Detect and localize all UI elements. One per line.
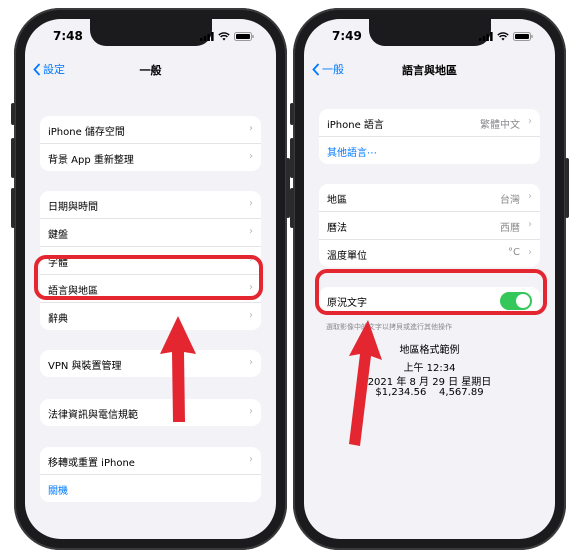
wifi-icon xyxy=(497,32,509,41)
silent-switch xyxy=(11,103,15,125)
chevron-right-icon: › xyxy=(249,310,253,321)
volume-up-button xyxy=(11,138,15,178)
format-date: 2021 年 8 月 29 日 星期日 xyxy=(367,377,492,388)
row-legal[interactable]: 法律資訊與電信規範 › xyxy=(40,399,261,426)
highlight-live-text xyxy=(315,269,547,315)
row-date-time[interactable]: 日期與時間 › xyxy=(40,191,261,219)
status-bar: 7:49 xyxy=(304,29,555,47)
row-shutdown[interactable]: 關機 xyxy=(40,475,261,502)
format-time: 上午 12:34 xyxy=(403,363,456,374)
chevron-right-icon: › xyxy=(249,198,253,209)
battery-icon xyxy=(513,32,533,41)
row-label: 地區 xyxy=(327,195,347,206)
reset-group: 移轉或重置 iPhone › 關機 xyxy=(40,447,261,502)
row-label: 溫度單位 xyxy=(327,251,367,262)
format-heading: 地區格式範例 xyxy=(399,345,460,356)
chevron-right-icon: › xyxy=(249,151,253,162)
page-title: 語言與地區 xyxy=(402,64,457,77)
row-value: 繁體中文 xyxy=(480,120,520,131)
language-group: iPhone 語言 繁體中文 › 其他語言⋯ xyxy=(319,109,540,164)
volume-down-button xyxy=(11,188,15,228)
signal-icon xyxy=(479,32,493,41)
row-temperature[interactable]: 溫度單位 °C › xyxy=(319,240,540,267)
silent-switch xyxy=(290,103,294,125)
chevron-right-icon: › xyxy=(249,406,253,417)
volume-up-button xyxy=(290,138,294,178)
row-label: 法律資訊與電信規範 xyxy=(48,410,138,421)
row-background-refresh[interactable]: 背景 App 重新整理 › xyxy=(40,144,261,171)
chevron-right-icon: › xyxy=(528,191,532,202)
region-group: 地區 台灣 › 曆法 西曆 › 溫度單位 °C › xyxy=(319,184,540,267)
row-calendar[interactable]: 曆法 西曆 › xyxy=(319,212,540,240)
format-numbers: $1,234.56 4,567.89 xyxy=(375,387,484,398)
chevron-right-icon: › xyxy=(249,226,253,237)
row-vpn[interactable]: VPN 與裝置管理 › xyxy=(40,350,261,377)
side-button xyxy=(565,158,569,218)
row-value: 西曆 xyxy=(500,223,520,234)
page-title: 一般 xyxy=(139,64,162,77)
row-label: 曆法 xyxy=(327,223,347,234)
chevron-right-icon: › xyxy=(528,247,532,258)
volume-down-button xyxy=(290,188,294,228)
row-other-languages[interactable]: 其他語言⋯ xyxy=(319,137,540,164)
row-value: 台灣 xyxy=(500,195,520,206)
chevron-right-icon: › xyxy=(249,123,253,134)
row-keyboard[interactable]: 鍵盤 › xyxy=(40,219,261,247)
signal-icon xyxy=(200,32,214,41)
row-label: 關機 xyxy=(48,486,68,497)
status-time: 7:48 xyxy=(53,29,83,43)
nav-bar: 設定 一般 xyxy=(25,59,276,81)
row-label: VPN 與裝置管理 xyxy=(48,361,122,372)
chevron-right-icon: › xyxy=(528,219,532,230)
status-time: 7:49 xyxy=(332,29,362,43)
row-iphone-storage[interactable]: iPhone 儲存空間 › xyxy=(40,116,261,144)
row-label: 其他語言⋯ xyxy=(327,148,377,159)
row-label: 鍵盤 xyxy=(48,230,68,241)
highlight-language-region xyxy=(34,255,263,300)
row-iphone-language[interactable]: iPhone 語言 繁體中文 › xyxy=(319,109,540,137)
row-transfer-reset[interactable]: 移轉或重置 iPhone › xyxy=(40,447,261,475)
row-label: 移轉或重置 iPhone xyxy=(48,458,135,469)
row-region[interactable]: 地區 台灣 › xyxy=(319,184,540,212)
row-label: 日期與時間 xyxy=(48,202,98,213)
row-value: °C xyxy=(508,247,520,258)
nav-bar: 一般 語言與地區 xyxy=(304,59,555,81)
row-label: 辭典 xyxy=(48,314,68,325)
row-label: 背景 App 重新整理 xyxy=(48,155,134,166)
chevron-right-icon: › xyxy=(249,357,253,368)
wifi-icon xyxy=(218,32,230,41)
row-dictionary[interactable]: 辭典 › xyxy=(40,303,261,330)
chevron-right-icon: › xyxy=(249,454,253,465)
battery-icon xyxy=(234,32,254,41)
arrow-up-icon xyxy=(160,316,196,422)
row-label: iPhone 儲存空間 xyxy=(48,127,125,138)
status-bar: 7:48 xyxy=(25,29,276,47)
chevron-right-icon: › xyxy=(528,116,532,127)
row-label: iPhone 語言 xyxy=(327,120,384,131)
legal-group: 法律資訊與電信規範 › xyxy=(40,399,261,426)
storage-group: iPhone 儲存空間 › 背景 App 重新整理 › xyxy=(40,116,261,171)
vpn-group: VPN 與裝置管理 › xyxy=(40,350,261,377)
arrow-up-icon xyxy=(349,320,382,446)
